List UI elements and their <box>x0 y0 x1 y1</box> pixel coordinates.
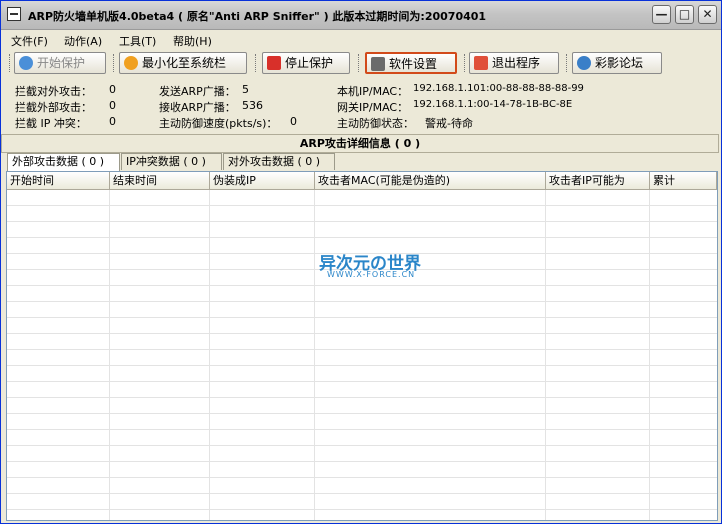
exit-icon <box>474 56 488 70</box>
play-icon <box>19 56 33 70</box>
attack-table[interactable]: 开始时间 结束时间 伪装成IP 攻击者MAC(可能是伪造的) 攻击者IP可能为 … <box>6 171 718 521</box>
forum-label: 彩影论坛 <box>595 56 644 70</box>
globe-icon <box>577 56 591 70</box>
title-bar[interactable]: ARP防火墙单机版4.0beta4 ( 原名"Anti ARP Sniffer"… <box>1 1 721 30</box>
menu-tools[interactable]: 工具(T) <box>119 33 156 49</box>
local-ip-mac-label: 本机IP/MAC： <box>337 85 409 98</box>
column-spoofed-ip[interactable]: 伪装成IP <box>210 172 315 190</box>
column-divider <box>314 190 315 520</box>
toolbar-separator <box>255 54 258 72</box>
defense-status-label: 主动防御状态： <box>337 117 414 130</box>
watermark-sub-text: WWW.X-FORCE.CN <box>327 270 416 279</box>
start-protection-button[interactable]: 开始保护 <box>14 52 106 74</box>
stop-protection-label: 停止保护 <box>285 56 334 70</box>
menu-action[interactable]: 动作(A) <box>64 33 102 49</box>
column-divider <box>649 190 650 520</box>
watermark-logo: 异次元の世界 WWW.X-FORCE.CN <box>319 249 429 283</box>
stop-icon <box>267 56 281 70</box>
minimize-button[interactable]: — <box>652 5 671 24</box>
minimize-to-tray-label: 最小化至系统栏 <box>142 56 227 70</box>
close-button[interactable]: ✕ <box>698 5 717 24</box>
start-protection-label: 开始保护 <box>37 56 86 70</box>
defense-speed-value: 0 <box>290 115 297 128</box>
defense-status-value: 警戒-待命 <box>425 117 473 130</box>
send-arp-value: 5 <box>242 83 249 96</box>
app-menu-icon[interactable] <box>7 7 21 21</box>
toolbar-separator <box>566 54 569 72</box>
recv-arp-value: 536 <box>242 99 263 112</box>
tab-outbound-attacks[interactable]: 对外攻击数据 ( 0 ) <box>223 153 335 170</box>
block-outbound-value: 0 <box>109 83 116 96</box>
block-ip-conflict-label: 拦截 IP 冲突： <box>15 117 87 130</box>
block-ip-conflict-value: 0 <box>109 115 116 128</box>
column-attacker-mac[interactable]: 攻击者MAC(可能是伪造的) <box>315 172 546 190</box>
tray-icon <box>124 56 138 70</box>
toolbar-separator <box>358 54 361 72</box>
column-start-time[interactable]: 开始时间 <box>7 172 110 190</box>
tools-icon <box>371 57 385 71</box>
menu-help[interactable]: 帮助(H) <box>173 33 212 49</box>
window-title: ARP防火墙单机版4.0beta4 ( 原名"Anti ARP Sniffer"… <box>28 10 487 23</box>
send-arp-label: 发送ARP广播： <box>159 85 236 98</box>
block-inbound-label: 拦截外部攻击： <box>15 101 92 114</box>
recv-arp-label: 接收ARP广播： <box>159 101 236 114</box>
column-end-time[interactable]: 结束时间 <box>110 172 210 190</box>
tab-external-attacks[interactable]: 外部攻击数据 ( 0 ) <box>7 153 120 171</box>
attack-detail-header: ARP攻击详细信息 ( 0 ) <box>1 134 719 153</box>
maximize-button[interactable]: □ <box>675 5 694 24</box>
table-body <box>7 190 717 520</box>
stats-panel: 拦截对外攻击： 0 拦截外部攻击： 0 拦截 IP 冲突： 0 发送ARP广播：… <box>1 79 721 135</box>
toolbar-separator <box>113 54 116 72</box>
app-window: ARP防火墙单机版4.0beta4 ( 原名"Anti ARP Sniffer"… <box>0 0 722 524</box>
block-outbound-label: 拦截对外攻击： <box>15 85 92 98</box>
stop-protection-button[interactable]: 停止保护 <box>262 52 350 74</box>
settings-label: 软件设置 <box>389 57 438 71</box>
column-attacker-ip[interactable]: 攻击者IP可能为 <box>546 172 650 190</box>
column-divider <box>209 190 210 520</box>
forum-button[interactable]: 彩影论坛 <box>572 52 662 74</box>
defense-speed-label: 主动防御速度(pkts/s)： <box>159 117 278 130</box>
menu-file[interactable]: 文件(F) <box>11 33 48 49</box>
menu-bar: 文件(F) 动作(A) 工具(T) 帮助(H) <box>1 30 721 50</box>
column-divider <box>545 190 546 520</box>
toolbar-separator <box>464 54 467 72</box>
tab-ip-conflicts[interactable]: IP冲突数据 ( 0 ) <box>121 153 222 170</box>
gateway-ip-mac-value: 192.168.1.1:00-14-78-1B-BC-8E <box>413 99 573 110</box>
settings-button[interactable]: 软件设置 <box>365 52 457 74</box>
exit-label: 退出程序 <box>492 56 541 70</box>
table-header: 开始时间 结束时间 伪装成IP 攻击者MAC(可能是伪造的) 攻击者IP可能为 … <box>7 172 717 190</box>
toolbar-separator <box>9 54 12 72</box>
block-inbound-value: 0 <box>109 99 116 112</box>
exit-button[interactable]: 退出程序 <box>469 52 559 74</box>
column-total[interactable]: 累计 <box>650 172 717 190</box>
column-divider <box>109 190 110 520</box>
gateway-ip-mac-label: 网关IP/MAC： <box>337 101 409 114</box>
toolbar: 开始保护 最小化至系统栏 停止保护 软件设置 退出程序 彩影论坛 <box>1 51 721 77</box>
local-ip-mac-value: 192.168.1.101:00-88-88-88-88-99 <box>413 83 584 94</box>
minimize-to-tray-button[interactable]: 最小化至系统栏 <box>119 52 247 74</box>
